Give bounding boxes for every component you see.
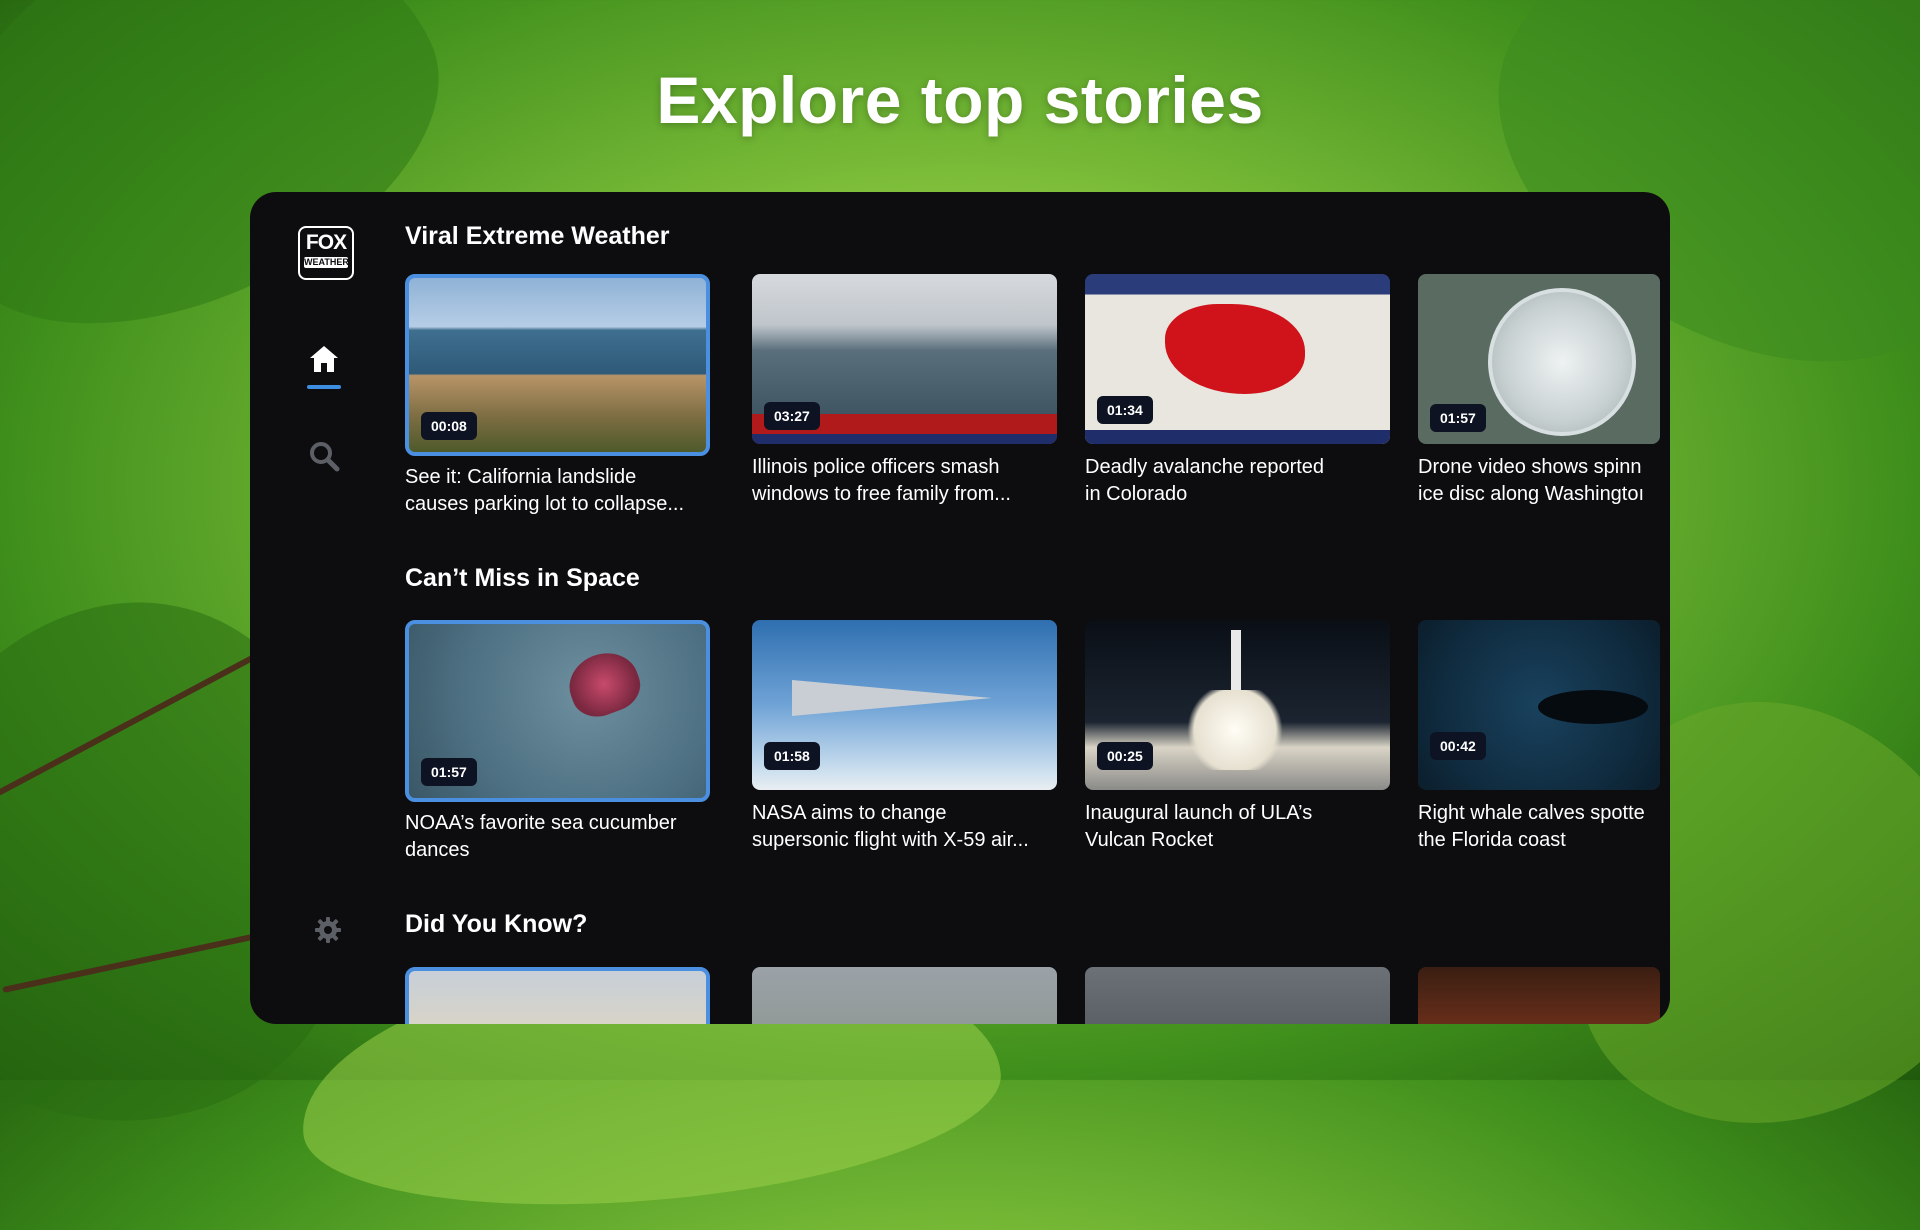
- content-area: Viral Extreme Weather 00:08 See it: Cali…: [405, 192, 1670, 1024]
- video-caption: NOAA’s favorite sea cucumber dances: [405, 810, 705, 864]
- sea-cucumber: [560, 643, 648, 725]
- video-card[interactable]: [1418, 967, 1660, 1024]
- whale: [1538, 690, 1648, 724]
- video-card[interactable]: [405, 967, 710, 1024]
- video-thumbnail: [752, 967, 1057, 1024]
- video-card[interactable]: 01:34 Deadly avalanche reported in Color…: [1085, 274, 1390, 508]
- duration-badge: 01:57: [1430, 404, 1486, 432]
- search-icon: [310, 442, 340, 472]
- nav-active-indicator: [307, 385, 341, 389]
- row-title: Viral Extreme Weather: [405, 222, 670, 250]
- logo-text-weather: WEATHER: [304, 257, 349, 268]
- caption-line: Vulcan Rocket: [1085, 829, 1214, 851]
- video-caption: Deadly avalanche reported in Colorado: [1085, 454, 1385, 508]
- avalanche-map-region: [1165, 304, 1305, 394]
- video-caption: Illinois police officers smash windows t…: [752, 454, 1052, 508]
- caption-line: causes parking lot to collapse...: [405, 493, 685, 515]
- duration-badge: 03:27: [764, 402, 820, 430]
- nav-search[interactable]: [304, 440, 344, 477]
- row-title: Can’t Miss in Space: [405, 564, 640, 592]
- duration-badge: 00:42: [1430, 732, 1486, 760]
- video-card[interactable]: 01:57 Drone video shows spinn ice disc a…: [1418, 274, 1660, 508]
- video-caption: Right whale calves spotte the Florida co…: [1418, 800, 1660, 854]
- caption-line: the Florida coast: [1418, 829, 1566, 851]
- carousel-row: 01:57 NOAA’s favorite sea cucumber dance…: [405, 620, 1670, 880]
- duration-badge: 01:57: [421, 758, 477, 786]
- tv-app-panel: FOX WEATHER Viral Extreme Weather 00:08 …: [250, 192, 1670, 1024]
- video-card[interactable]: 00:25 Inaugural launch of ULA’s Vulcan R…: [1085, 620, 1390, 854]
- page-headline: Explore top stories: [656, 63, 1264, 137]
- duration-badge: 00:25: [1097, 742, 1153, 770]
- video-card[interactable]: 01:58 NASA aims to change supersonic fli…: [752, 620, 1057, 854]
- logo-text-fox: FOX: [305, 231, 347, 254]
- nav-rail: FOX WEATHER: [250, 192, 400, 1024]
- video-caption: See it: California landslide causes park…: [405, 464, 705, 518]
- video-card[interactable]: [752, 967, 1057, 1024]
- news-ticker: [1085, 430, 1390, 444]
- caption-line: Drone video shows spinn: [1418, 456, 1642, 478]
- video-caption: Inaugural launch of ULA’s Vulcan Rocket: [1085, 800, 1385, 854]
- video-thumbnail: [1418, 967, 1660, 1024]
- video-card[interactable]: 00:42 Right whale calves spotte the Flor…: [1418, 620, 1660, 854]
- nav-home[interactable]: [304, 344, 344, 389]
- video-thumbnail: 00:42: [1418, 620, 1660, 790]
- row-title: Did You Know?: [405, 910, 588, 938]
- duration-badge: 01:58: [764, 742, 820, 770]
- video-thumbnail: [405, 967, 710, 1024]
- video-thumbnail: 00:08: [405, 274, 710, 456]
- video-caption: Drone video shows spinn ice disc along W…: [1418, 454, 1660, 508]
- home-icon: [310, 346, 338, 372]
- duration-badge: 01:34: [1097, 396, 1153, 424]
- news-ticker: [752, 434, 1057, 444]
- rocket-plume: [1180, 690, 1290, 770]
- video-thumbnail: 00:25: [1085, 620, 1390, 790]
- video-thumbnail: 01:58: [752, 620, 1057, 790]
- video-thumbnail: 01:57: [1418, 274, 1660, 444]
- duration-badge: 00:08: [421, 412, 477, 440]
- caption-line: windows to free family from...: [752, 483, 1011, 505]
- caption-line: Inaugural launch of ULA’s: [1085, 802, 1313, 824]
- carousel-row: [405, 967, 1670, 1024]
- caption-line: NASA aims to change: [752, 802, 947, 824]
- video-card[interactable]: 00:08 See it: California landslide cause…: [405, 274, 710, 518]
- video-thumbnail: [1085, 967, 1390, 1024]
- caption-line: ice disc along Washingtoı: [1418, 483, 1645, 505]
- carousel-row: 00:08 See it: California landslide cause…: [405, 274, 1670, 534]
- video-thumbnail: 01:57: [405, 620, 710, 802]
- video-card[interactable]: 03:27 Illinois police officers smash win…: [752, 274, 1057, 508]
- caption-line: See it: California landslide: [405, 466, 637, 488]
- ice-disc: [1488, 288, 1636, 436]
- caption-line: in Colorado: [1085, 483, 1188, 505]
- caption-line: NOAA’s favorite sea cucumber: [405, 812, 677, 834]
- x59-aircraft: [792, 680, 1057, 716]
- video-thumbnail: 03:27: [752, 274, 1057, 444]
- video-card[interactable]: [1085, 967, 1390, 1024]
- video-card[interactable]: 01:57 NOAA’s favorite sea cucumber dance…: [405, 620, 710, 864]
- video-thumbnail: 01:34: [1085, 274, 1390, 444]
- nav-settings[interactable]: [308, 916, 348, 949]
- caption-line: Deadly avalanche reported: [1085, 456, 1325, 478]
- caption-line: Right whale calves spotte: [1418, 802, 1645, 824]
- caption-line: Illinois police officers smash: [752, 456, 1000, 478]
- caption-line: dances: [405, 839, 470, 861]
- video-caption: NASA aims to change supersonic flight wi…: [752, 800, 1052, 854]
- caption-line: supersonic flight with X-59 air...: [752, 829, 1029, 851]
- gear-icon: [315, 917, 341, 943]
- fox-weather-logo: FOX WEATHER: [298, 226, 354, 280]
